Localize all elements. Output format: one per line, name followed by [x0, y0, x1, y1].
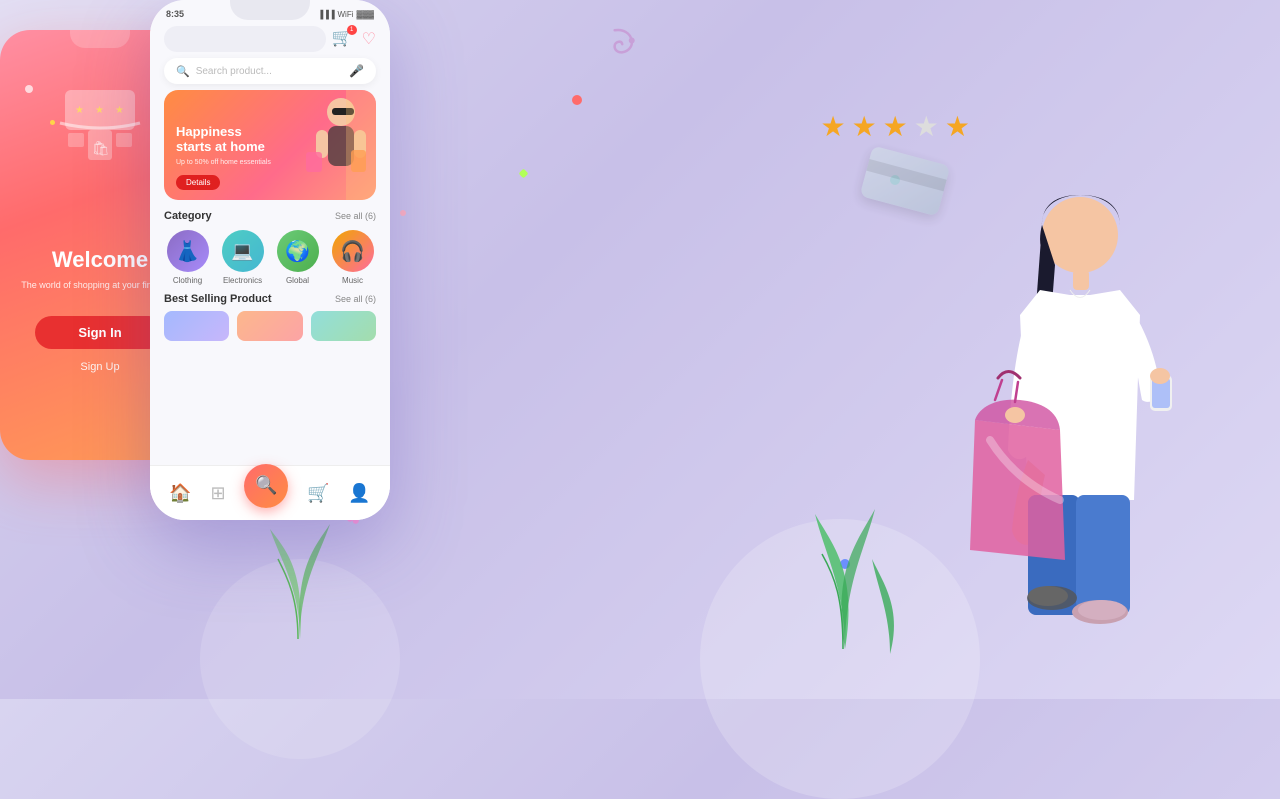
- electronics-label: Electronics: [223, 276, 262, 285]
- svg-text:🛍: 🛍: [92, 140, 110, 156]
- app-topbar: 🛒 1 ♡: [150, 22, 390, 58]
- banner-title: Happiness starts at home: [176, 124, 364, 155]
- search-placeholder: Search product...: [196, 66, 272, 77]
- confetti-green: [519, 169, 529, 179]
- star-2: ★: [852, 110, 877, 143]
- search-btn-icon: 🔍: [255, 475, 277, 496]
- banner-subtitle: Up to 50% off home essentials: [176, 159, 364, 166]
- global-icon: 🌍: [285, 239, 310, 264]
- profile-icon: 👤: [348, 483, 370, 504]
- star-3: ★: [883, 110, 908, 143]
- wishlist-icon[interactable]: ♡: [362, 29, 376, 49]
- search-input-wrap[interactable]: 🔍 Search product... 🎤: [164, 58, 376, 84]
- clothing-circle: 👗: [167, 230, 209, 272]
- banner-details-button[interactable]: Details: [176, 175, 220, 190]
- product-row: [150, 311, 390, 341]
- dot-red: [572, 95, 582, 105]
- product-thumb-2[interactable]: [237, 311, 302, 341]
- battery-icon: ▓▓▓: [357, 10, 375, 19]
- plant-left: [260, 509, 340, 639]
- category-section: Category See all (6) 👗 Clothing 💻 Electr…: [150, 210, 390, 293]
- person-illustration: [920, 120, 1200, 640]
- cart-badge: 1: [347, 25, 357, 35]
- signal-icon: ▐▐▐: [317, 10, 334, 19]
- search-section: 🔍 Search product... 🎤: [150, 58, 390, 90]
- category-item-music[interactable]: 🎧 Music: [329, 230, 376, 285]
- category-grid: 👗 Clothing 💻 Electronics 🌍 Global: [164, 230, 376, 285]
- bottom-nav: 🏠 ⊞ 🔍 🛒 👤: [150, 465, 390, 520]
- cart-nav-icon: 🛒: [307, 483, 329, 504]
- global-circle: 🌍: [277, 230, 319, 272]
- clothing-icon: 👗: [175, 239, 200, 264]
- category-item-clothing[interactable]: 👗 Clothing: [164, 230, 211, 285]
- category-item-global[interactable]: 🌍 Global: [274, 230, 321, 285]
- snake-icon: [594, 22, 642, 76]
- top-search-bar[interactable]: [164, 26, 326, 52]
- plant-right2: [870, 554, 910, 654]
- music-label: Music: [342, 276, 363, 285]
- nav-profile[interactable]: 👤: [348, 483, 370, 504]
- product-thumb-1[interactable]: [164, 311, 229, 341]
- promo-banner[interactable]: Happiness starts at home Up to 50% off h…: [164, 90, 376, 200]
- search-icon: 🔍: [176, 65, 190, 78]
- signin-button[interactable]: Sign In: [35, 316, 165, 349]
- global-label: Global: [286, 276, 309, 285]
- category-title: Category: [164, 210, 212, 222]
- signup-link[interactable]: Sign Up: [80, 361, 119, 373]
- status-icons: ▐▐▐ WiFi ▓▓▓: [317, 10, 374, 19]
- electronics-circle: 💻: [222, 230, 264, 272]
- star-1: ★: [820, 110, 845, 143]
- category-header: Category See all (6): [164, 210, 376, 222]
- nav-home[interactable]: 🏠: [169, 483, 191, 504]
- product-thumb-3[interactable]: [311, 311, 376, 341]
- phone-screen: 8:35 ▐▐▐ WiFi ▓▓▓ 🛒 1 ♡ 🔍 Search produ: [150, 0, 390, 520]
- front-phone-notch: [230, 0, 310, 20]
- electronics-icon: 💻: [231, 241, 253, 262]
- best-selling-header: Best Selling Product See all (6): [150, 293, 390, 311]
- best-selling-see-all[interactable]: See all (6): [335, 294, 376, 304]
- music-circle: 🎧: [332, 230, 374, 272]
- topbar-icons: 🛒 1 ♡: [332, 28, 376, 50]
- confetti-1: [25, 85, 33, 93]
- best-selling-title: Best Selling Product: [164, 293, 272, 305]
- nav-cart[interactable]: 🛒: [307, 483, 329, 504]
- cart-icon-wrap[interactable]: 🛒 1: [332, 28, 354, 50]
- wifi-icon: WiFi: [338, 10, 354, 19]
- confetti-pink: [400, 210, 406, 216]
- back-phone-notch: [70, 30, 130, 48]
- clothing-label: Clothing: [173, 276, 202, 285]
- nav-grid[interactable]: ⊞: [211, 483, 226, 504]
- category-see-all[interactable]: See all (6): [335, 211, 376, 221]
- svg-text:★: ★: [75, 105, 84, 116]
- category-item-electronics[interactable]: 💻 Electronics: [219, 230, 266, 285]
- shop-illustration: 🛍 ★ ★ ★: [50, 85, 150, 175]
- svg-text:★: ★: [95, 105, 104, 116]
- status-time: 8:35: [166, 9, 184, 19]
- svg-text:★: ★: [115, 105, 124, 116]
- nav-search-button[interactable]: 🔍: [244, 464, 288, 508]
- home-icon: 🏠: [169, 483, 191, 504]
- banner-text: Happiness starts at home Up to 50% off h…: [164, 114, 376, 200]
- phone-front: 8:35 ▐▐▐ WiFi ▓▓▓ 🛒 1 ♡ 🔍 Search produ: [150, 0, 390, 520]
- music-icon: 🎧: [340, 239, 365, 264]
- welcome-title: Welcome: [52, 247, 148, 273]
- grid-icon: ⊞: [211, 483, 226, 504]
- mic-icon[interactable]: 🎤: [349, 64, 364, 78]
